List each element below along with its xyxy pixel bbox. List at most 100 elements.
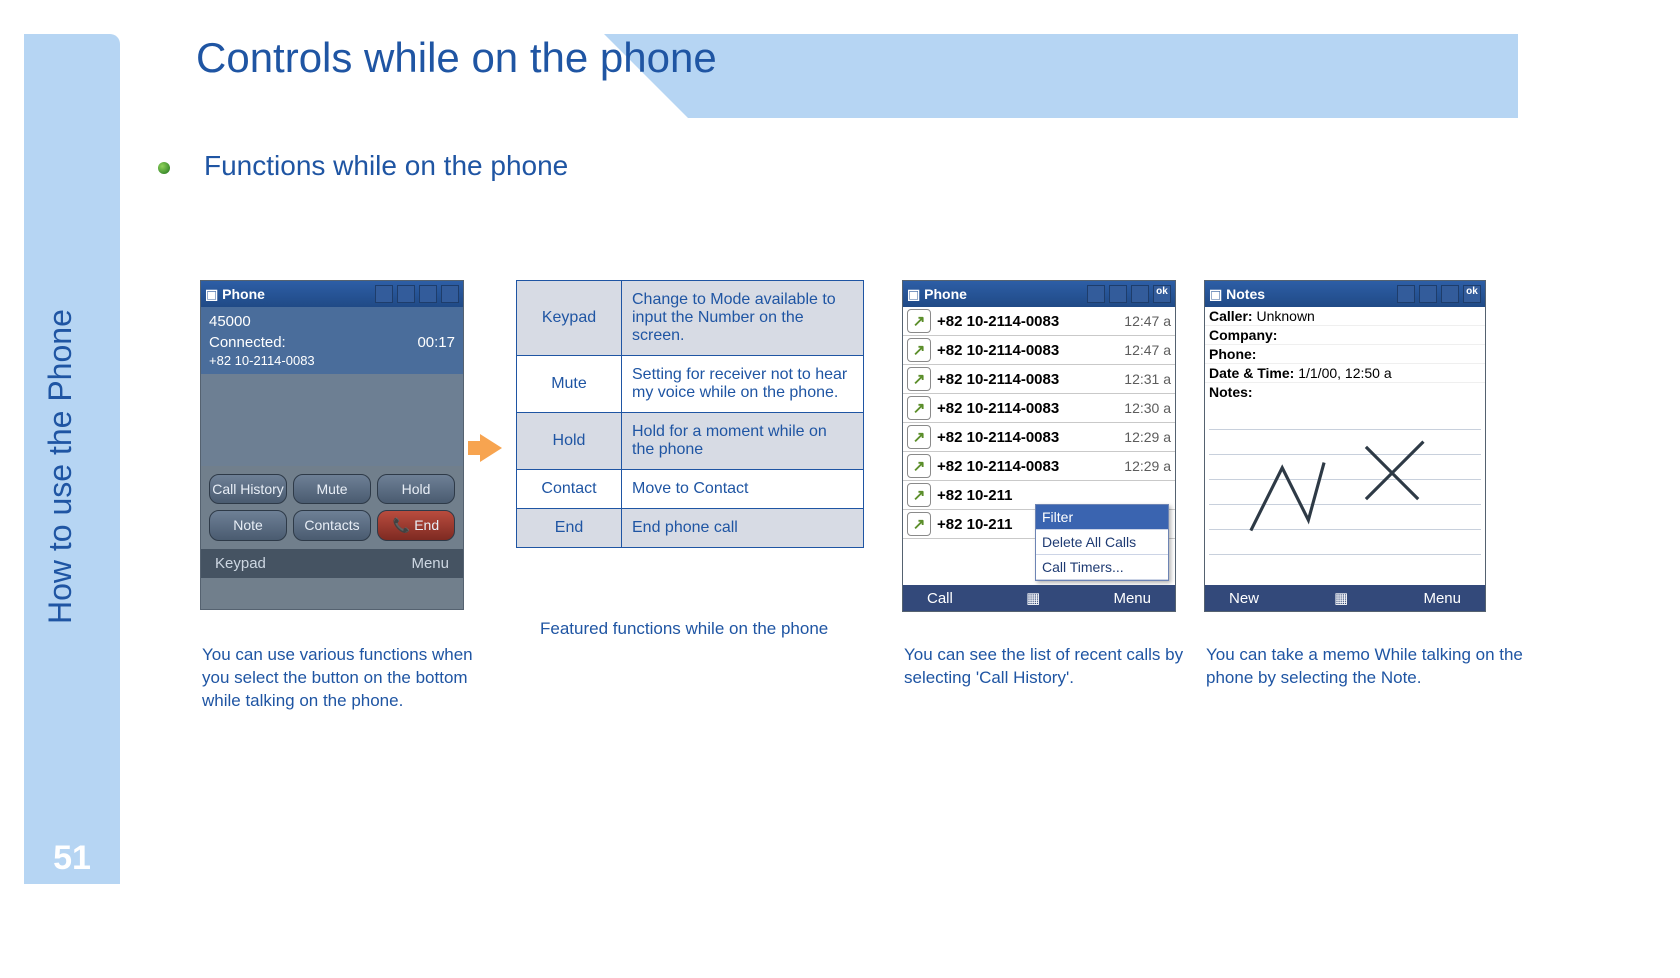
func-key: Contact xyxy=(517,470,622,509)
connected-label: Connected: xyxy=(209,334,286,351)
table-row: KeypadChange to Mode available to input … xyxy=(517,281,864,356)
softkey-bar: Call ▦ Menu xyxy=(903,585,1175,611)
func-key: Keypad xyxy=(517,281,622,356)
sip-icon[interactable]: ▦ xyxy=(1334,589,1348,607)
title-banner xyxy=(688,34,1518,118)
history-number: +82 10-211 xyxy=(937,487,1013,504)
app-icon: ▣ xyxy=(1209,286,1222,303)
menu-item-call-timers[interactable]: Call Timers... xyxy=(1036,555,1168,580)
func-desc: End phone call xyxy=(622,509,864,548)
side-title: How to use the Phone xyxy=(42,309,79,624)
table-row: ContactMove to Contact xyxy=(517,470,864,509)
history-number: +82 10-2114-0083 xyxy=(937,429,1059,446)
call-buttons: Call History Mute Hold Note Contacts 📞 E… xyxy=(201,466,463,549)
company-label: Company: xyxy=(1209,327,1277,343)
call-out-icon: ↗ xyxy=(907,454,931,478)
app-icon: ▣ xyxy=(907,286,920,303)
status-icons xyxy=(375,285,459,303)
func-desc: Move to Contact xyxy=(622,470,864,509)
speaker-icon xyxy=(419,285,437,303)
history-row[interactable]: ↗+82 10-2114-008312:47 a xyxy=(903,307,1175,336)
window-title: Phone xyxy=(222,286,265,302)
history-row[interactable]: ↗ +82 10-2114-0083 12:31 a xyxy=(903,365,1175,394)
page-number: 51 xyxy=(24,839,120,884)
status-icons: ok xyxy=(1087,285,1171,303)
history-row[interactable]: ↗+82 10-2114-008312:30 a xyxy=(903,394,1175,423)
softkey-left[interactable]: Call xyxy=(927,590,953,607)
softkey-left[interactable]: Keypad xyxy=(215,555,266,572)
contacts-button[interactable]: Contacts xyxy=(293,510,371,541)
arrow-icon xyxy=(468,441,480,455)
table-caption: Featured functions while on the phone xyxy=(540,618,828,641)
call-out-icon: ↗ xyxy=(907,396,931,420)
end-button[interactable]: 📞 End xyxy=(377,510,455,541)
func-desc: Setting for receiver not to hear my voic… xyxy=(622,356,864,413)
history-row[interactable]: ↗ +82 10-2114-0083 12:29 a xyxy=(903,423,1175,452)
table-row: MuteSetting for receiver not to hear my … xyxy=(517,356,864,413)
call-out-icon: ↗ xyxy=(907,425,931,449)
history-row[interactable]: ↗ +82 10-2114-0083 12:29 a xyxy=(903,452,1175,481)
history-number: +82 10-2114-0083 xyxy=(937,342,1059,359)
history-number: +82 10-2114-0083 xyxy=(937,400,1059,417)
screenshot-call-history: ▣ Phone ok ↗ +82 10-2114-0083 12:47 a ↗ +82 … xyxy=(902,280,1176,612)
caller-value: Unknown xyxy=(1256,308,1314,324)
call-duration: 00:17 xyxy=(417,334,455,351)
softkey-bar: New ▦ Menu xyxy=(1205,585,1485,611)
history-time: 12:47 a xyxy=(1124,342,1171,358)
mute-button[interactable]: Mute xyxy=(293,474,371,504)
ok-icon: ok xyxy=(1153,285,1171,303)
sync-icon xyxy=(397,285,415,303)
arrow-icon-head xyxy=(480,434,502,462)
hold-button[interactable]: Hold xyxy=(377,474,455,504)
note-button[interactable]: Note xyxy=(209,510,287,541)
call-background xyxy=(201,374,463,466)
datetime-label: Date & Time: xyxy=(1209,365,1294,381)
sip-icon[interactable]: ▦ xyxy=(1026,589,1040,607)
softkey-right[interactable]: Menu xyxy=(411,555,449,572)
window-titlebar: ▣ Phone ok xyxy=(903,281,1175,307)
call-out-icon: ↗ xyxy=(907,483,931,507)
call-out-icon: ↗ xyxy=(907,338,931,362)
app-icon: ▣ xyxy=(205,286,218,303)
menu-item-filter[interactable]: Filter xyxy=(1036,505,1168,530)
caption-2: You can see the list of recent calls by … xyxy=(904,644,1184,690)
call-history-button[interactable]: Call History xyxy=(209,474,287,504)
history-number: +82 10-2114-0083 xyxy=(937,458,1059,475)
call-out-icon: ↗ xyxy=(907,367,931,391)
table-row: EndEnd phone call xyxy=(517,509,864,548)
softkey-bar: Keypad Menu xyxy=(201,549,463,578)
close-icon xyxy=(441,285,459,303)
softkey-right[interactable]: Menu xyxy=(1113,590,1151,607)
notes-canvas[interactable] xyxy=(1209,405,1481,555)
history-row[interactable]: ↗ +82 10-2114-0083 12:47 a xyxy=(903,336,1175,365)
notes-label: Notes: xyxy=(1209,384,1253,400)
history-time: 12:47 a xyxy=(1124,313,1171,329)
func-key: Mute xyxy=(517,356,622,413)
func-key: End xyxy=(517,509,622,548)
remote-number: +82 10-2114-0083 xyxy=(209,353,455,368)
caption-1: You can use various functions when you s… xyxy=(202,644,496,713)
title-bar: Controls while on the phone xyxy=(120,34,1518,118)
func-desc: Change to Mode available to input the Nu… xyxy=(622,281,864,356)
softkey-left[interactable]: New xyxy=(1229,590,1259,607)
call-out-icon: ↗ xyxy=(907,512,931,536)
history-time: 12:29 a xyxy=(1124,429,1171,445)
context-menu: Filter Delete All Calls Call Timers... xyxy=(1035,504,1169,581)
history-time: 12:31 a xyxy=(1124,371,1171,387)
softkey-right[interactable]: Menu xyxy=(1423,590,1461,607)
call-info: 45000 Connected: 00:17 +82 10-2114-0083 xyxy=(201,307,463,374)
page-title: Controls while on the phone xyxy=(196,34,717,82)
caller-label: Caller: xyxy=(1209,308,1253,324)
history-number: +82 10-211 xyxy=(937,516,1013,533)
function-table: KeypadChange to Mode available to input … xyxy=(516,280,864,548)
datetime-value: 1/1/00, 12:50 a xyxy=(1298,365,1391,381)
history-number: +82 10-2114-0083 xyxy=(937,371,1059,388)
func-desc: Hold for a moment while on the phone xyxy=(622,413,864,470)
window-title: Phone xyxy=(924,286,967,302)
dialed-number: 45000 xyxy=(209,313,455,330)
call-out-icon: ↗ xyxy=(907,309,931,333)
history-time: 12:29 a xyxy=(1124,458,1171,474)
window-title: Notes xyxy=(1226,286,1265,302)
menu-item-delete-all[interactable]: Delete All Calls xyxy=(1036,530,1168,555)
signal-icon xyxy=(1087,285,1105,303)
